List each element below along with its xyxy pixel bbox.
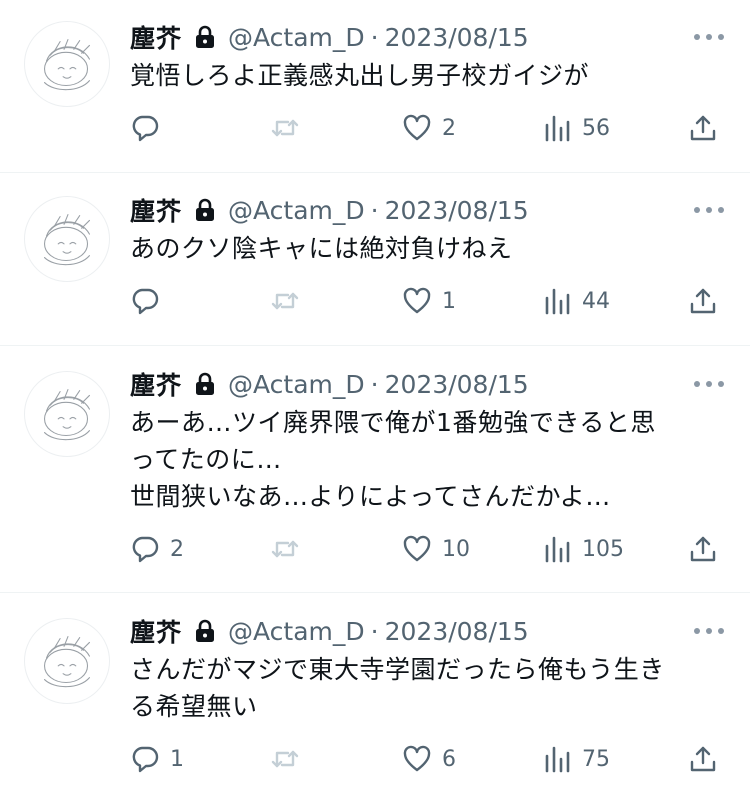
- reply-button[interactable]: 1: [130, 739, 184, 779]
- avatar[interactable]: [24, 196, 110, 282]
- tweet-header: 塵芥 @Actam_D · 2023/08/15: [130, 19, 529, 55]
- tweet-text: あのクソ陰キャには絶対負けねえ: [130, 234, 513, 263]
- tweet-date[interactable]: 2023/08/15: [385, 23, 529, 52]
- tweet-actions: 2 56: [130, 108, 730, 148]
- retweet-button[interactable]: [270, 281, 310, 321]
- views-icon: [545, 115, 570, 142]
- tweet-header: 塵芥 @Actam_D · 2023/08/15: [130, 192, 529, 228]
- tweet-date[interactable]: 2023/08/15: [385, 617, 529, 646]
- retweet-button[interactable]: [270, 739, 310, 779]
- user-handle[interactable]: @Actam_D: [228, 196, 365, 225]
- display-name[interactable]: 塵芥: [130, 19, 182, 55]
- like-count: 6: [442, 746, 456, 772]
- tweet[interactable]: 塵芥 @Actam_D · 2023/08/15 あーあ…ツイ廃界隈で俺が1番勉…: [0, 346, 750, 593]
- tweet[interactable]: 塵芥 @Actam_D · 2023/08/15 さんだがマジで東大寺学園だった…: [0, 593, 750, 802]
- views-icon: [545, 288, 570, 315]
- like-button[interactable]: 6: [402, 739, 456, 779]
- separator-dot: ·: [370, 616, 379, 646]
- avatar[interactable]: [24, 21, 110, 107]
- heart-icon: [403, 745, 431, 772]
- user-handle[interactable]: @Actam_D: [228, 370, 365, 399]
- tweet-text: さんだがマジで東大寺学園だったら俺もう生き る希望無い: [130, 655, 665, 721]
- reply-icon: [132, 288, 159, 315]
- views-button[interactable]: 75: [542, 739, 610, 779]
- separator-dot: ·: [370, 22, 379, 52]
- avatar-icon: [43, 389, 91, 441]
- tweet-actions: 1 44: [130, 281, 730, 321]
- avatar[interactable]: [24, 371, 110, 457]
- heart-icon: [403, 535, 431, 562]
- like-count: 1: [442, 288, 456, 314]
- reply-count: 1: [170, 746, 184, 772]
- share-button[interactable]: [688, 529, 718, 569]
- more-icon[interactable]: [694, 626, 724, 636]
- lock-icon: [194, 25, 216, 49]
- user-handle[interactable]: @Actam_D: [228, 617, 365, 646]
- tweet-date[interactable]: 2023/08/15: [385, 370, 529, 399]
- share-icon: [690, 536, 716, 562]
- views-button[interactable]: 105: [542, 529, 624, 569]
- share-icon: [690, 746, 716, 772]
- lock-icon: [194, 372, 216, 396]
- separator-dot: ·: [370, 369, 379, 399]
- reply-icon: [132, 536, 159, 563]
- tweet[interactable]: 塵芥 @Actam_D · 2023/08/15 あのクソ陰キャには絶対負けねえ: [0, 173, 750, 346]
- heart-icon: [403, 114, 431, 141]
- view-count: 44: [582, 288, 610, 314]
- reply-icon: [132, 115, 159, 142]
- display-name[interactable]: 塵芥: [130, 192, 182, 228]
- retweet-icon: [271, 540, 299, 558]
- views-button[interactable]: 56: [542, 108, 610, 148]
- separator-dot: ·: [370, 195, 379, 225]
- retweet-icon: [271, 750, 299, 768]
- avatar[interactable]: [24, 618, 110, 704]
- heart-icon: [403, 287, 431, 314]
- reply-count: 2: [170, 536, 184, 562]
- view-count: 75: [582, 746, 610, 772]
- lock-icon: [194, 619, 216, 643]
- like-count: 10: [442, 536, 470, 562]
- views-icon: [545, 536, 570, 563]
- retweet-icon: [271, 119, 299, 137]
- reply-button[interactable]: [130, 108, 170, 148]
- tweet-header: 塵芥 @Actam_D · 2023/08/15: [130, 613, 529, 649]
- reply-button[interactable]: [130, 281, 170, 321]
- avatar-icon: [43, 636, 91, 688]
- like-button[interactable]: 2: [402, 108, 456, 148]
- user-handle[interactable]: @Actam_D: [228, 23, 365, 52]
- tweet-header: 塵芥 @Actam_D · 2023/08/15: [130, 366, 529, 402]
- like-count: 2: [442, 115, 456, 141]
- share-button[interactable]: [688, 739, 718, 779]
- reply-icon: [132, 746, 159, 773]
- more-icon[interactable]: [694, 205, 724, 215]
- view-count: 56: [582, 115, 610, 141]
- more-icon[interactable]: [694, 32, 724, 42]
- views-button[interactable]: 44: [542, 281, 610, 321]
- retweet-button[interactable]: [270, 529, 310, 569]
- retweet-icon: [271, 292, 299, 310]
- views-icon: [545, 746, 570, 773]
- tweet-actions: 1 6 75: [130, 739, 730, 779]
- tweet-text: あーあ…ツイ廃界隈で俺が1番勉強できると思 ってたのに… 世間狭いなあ…よりによ…: [130, 408, 656, 511]
- avatar-icon: [43, 214, 91, 266]
- share-icon: [690, 115, 716, 141]
- share-icon: [690, 288, 716, 314]
- retweet-button[interactable]: [270, 108, 310, 148]
- share-button[interactable]: [688, 108, 718, 148]
- like-button[interactable]: 10: [402, 529, 470, 569]
- display-name[interactable]: 塵芥: [130, 366, 182, 402]
- reply-button[interactable]: 2: [130, 529, 184, 569]
- share-button[interactable]: [688, 281, 718, 321]
- more-icon[interactable]: [694, 379, 724, 389]
- avatar-icon: [43, 39, 91, 91]
- lock-icon: [194, 198, 216, 222]
- like-button[interactable]: 1: [402, 281, 456, 321]
- view-count: 105: [582, 536, 624, 562]
- tweet-text: 覚悟しろよ正義感丸出し男子校ガイジが: [130, 61, 590, 90]
- tweet[interactable]: 塵芥 @Actam_D · 2023/08/15 覚悟しろよ正義感丸出し男子校ガ…: [0, 0, 750, 173]
- tweet-date[interactable]: 2023/08/15: [385, 196, 529, 225]
- tweet-actions: 2 10 105: [130, 529, 730, 569]
- display-name[interactable]: 塵芥: [130, 613, 182, 649]
